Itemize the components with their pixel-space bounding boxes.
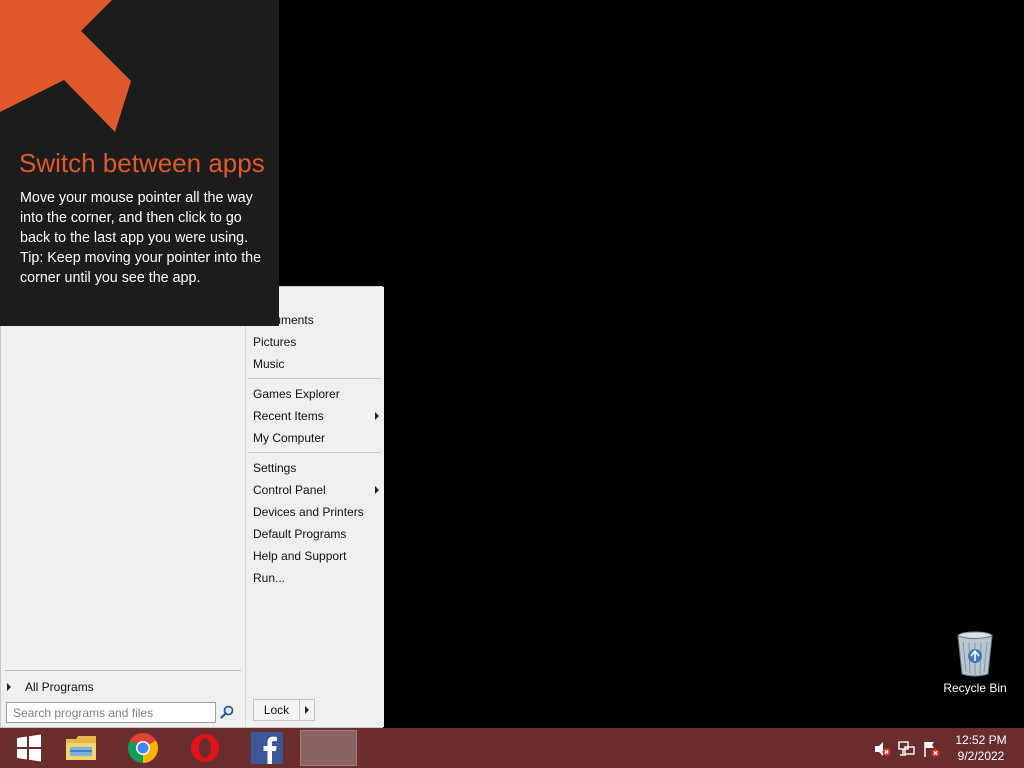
clock-time: 12:52 PM bbox=[955, 733, 1007, 747]
chevron-right-icon bbox=[375, 486, 379, 494]
menu-item-help-and-support[interactable]: Help and Support bbox=[253, 545, 380, 567]
menu-item-label: Run... bbox=[253, 571, 286, 585]
menu-item-label: Recent Items bbox=[253, 409, 324, 423]
tip-body: Move your mouse pointer all the way into… bbox=[20, 188, 270, 288]
tip-hint: Tip: Keep moving your pointer into the c… bbox=[20, 250, 262, 286]
chevron-right-icon bbox=[7, 683, 11, 691]
corner-arrow-icon bbox=[0, 0, 131, 132]
start-menu-left-pane: All Programs bbox=[1, 287, 245, 727]
menu-item-label: Music bbox=[253, 357, 285, 371]
action-center-flag-icon[interactable] bbox=[922, 740, 940, 758]
recycle-bin-desktop-icon[interactable]: Recycle Bin bbox=[940, 630, 1010, 700]
menu-item-label: Games Explorer bbox=[253, 387, 340, 401]
menu-item-run[interactable]: Run... bbox=[253, 567, 380, 589]
start-button[interactable] bbox=[0, 728, 58, 768]
menu-item-pictures[interactable]: Pictures bbox=[253, 331, 380, 353]
menu-item-my-computer[interactable]: My Computer bbox=[253, 427, 380, 449]
menu-item-label: Settings bbox=[253, 461, 297, 475]
taskbar: 12:52 PM 9/2/2022 bbox=[0, 728, 1024, 768]
opera-taskbar-button[interactable] bbox=[176, 728, 234, 768]
menu-separator bbox=[248, 378, 381, 379]
volume-muted-icon[interactable] bbox=[873, 740, 891, 758]
network-icon[interactable] bbox=[898, 740, 916, 758]
menu-item-music[interactable]: Music bbox=[253, 353, 380, 375]
clock-date: 9/2/2022 bbox=[957, 749, 1005, 763]
active-window-taskbar-button[interactable] bbox=[300, 730, 357, 766]
menu-separator bbox=[248, 452, 381, 453]
opera-icon bbox=[191, 734, 219, 762]
recycle-bin-label: Recycle Bin bbox=[943, 681, 1007, 695]
all-programs-button[interactable]: All Programs bbox=[5, 676, 241, 698]
menu-item-label: My Computer bbox=[253, 431, 326, 445]
tip-text: Move your mouse pointer all the way into… bbox=[20, 190, 253, 246]
menu-item-label: Pictures bbox=[253, 335, 297, 349]
menu-item-label: Default Programs bbox=[253, 527, 347, 541]
menu-item-devices-and-printers[interactable]: Devices and Printers bbox=[253, 501, 380, 523]
lock-button-group: Lock bbox=[253, 699, 315, 721]
start-menu: All Programs Documents Pictures Music Ga… bbox=[0, 286, 384, 728]
menu-item-settings[interactable]: Settings bbox=[253, 457, 380, 479]
chevron-right-icon bbox=[375, 412, 379, 420]
menu-item-recent-items[interactable]: Recent Items bbox=[253, 405, 380, 427]
chrome-icon bbox=[127, 732, 159, 763]
tip-title: Switch between apps bbox=[19, 148, 265, 178]
file-explorer-icon bbox=[66, 736, 96, 760]
menu-item-games-explorer[interactable]: Games Explorer bbox=[253, 383, 380, 405]
lock-options-button[interactable] bbox=[300, 700, 314, 720]
lock-button[interactable]: Lock bbox=[254, 700, 299, 720]
system-clock[interactable]: 12:52 PM 9/2/2022 bbox=[946, 732, 1016, 764]
recycle-bin-icon bbox=[957, 631, 993, 677]
menu-item-label: Devices and Printers bbox=[253, 505, 364, 519]
menu-item-default-programs[interactable]: Default Programs bbox=[253, 523, 380, 545]
all-programs-separator bbox=[5, 670, 241, 671]
chevron-right-icon bbox=[305, 706, 309, 714]
switch-apps-tip-panel: Switch between apps Move your mouse poin… bbox=[0, 0, 279, 326]
chrome-taskbar-button[interactable] bbox=[114, 728, 172, 768]
search-icon[interactable] bbox=[219, 704, 235, 720]
file-explorer-taskbar-button[interactable] bbox=[52, 728, 110, 768]
menu-item-label: Control Panel bbox=[253, 483, 326, 497]
facebook-icon bbox=[251, 732, 283, 764]
windows-logo-icon bbox=[17, 734, 41, 762]
facebook-taskbar-button[interactable] bbox=[238, 728, 296, 768]
start-menu-right-pane: Documents Pictures Music Games Explorer … bbox=[245, 287, 384, 727]
menu-item-control-panel[interactable]: Control Panel bbox=[253, 479, 380, 501]
all-programs-label: All Programs bbox=[25, 680, 94, 694]
search-input[interactable] bbox=[6, 702, 216, 723]
menu-item-label: Help and Support bbox=[253, 549, 347, 563]
